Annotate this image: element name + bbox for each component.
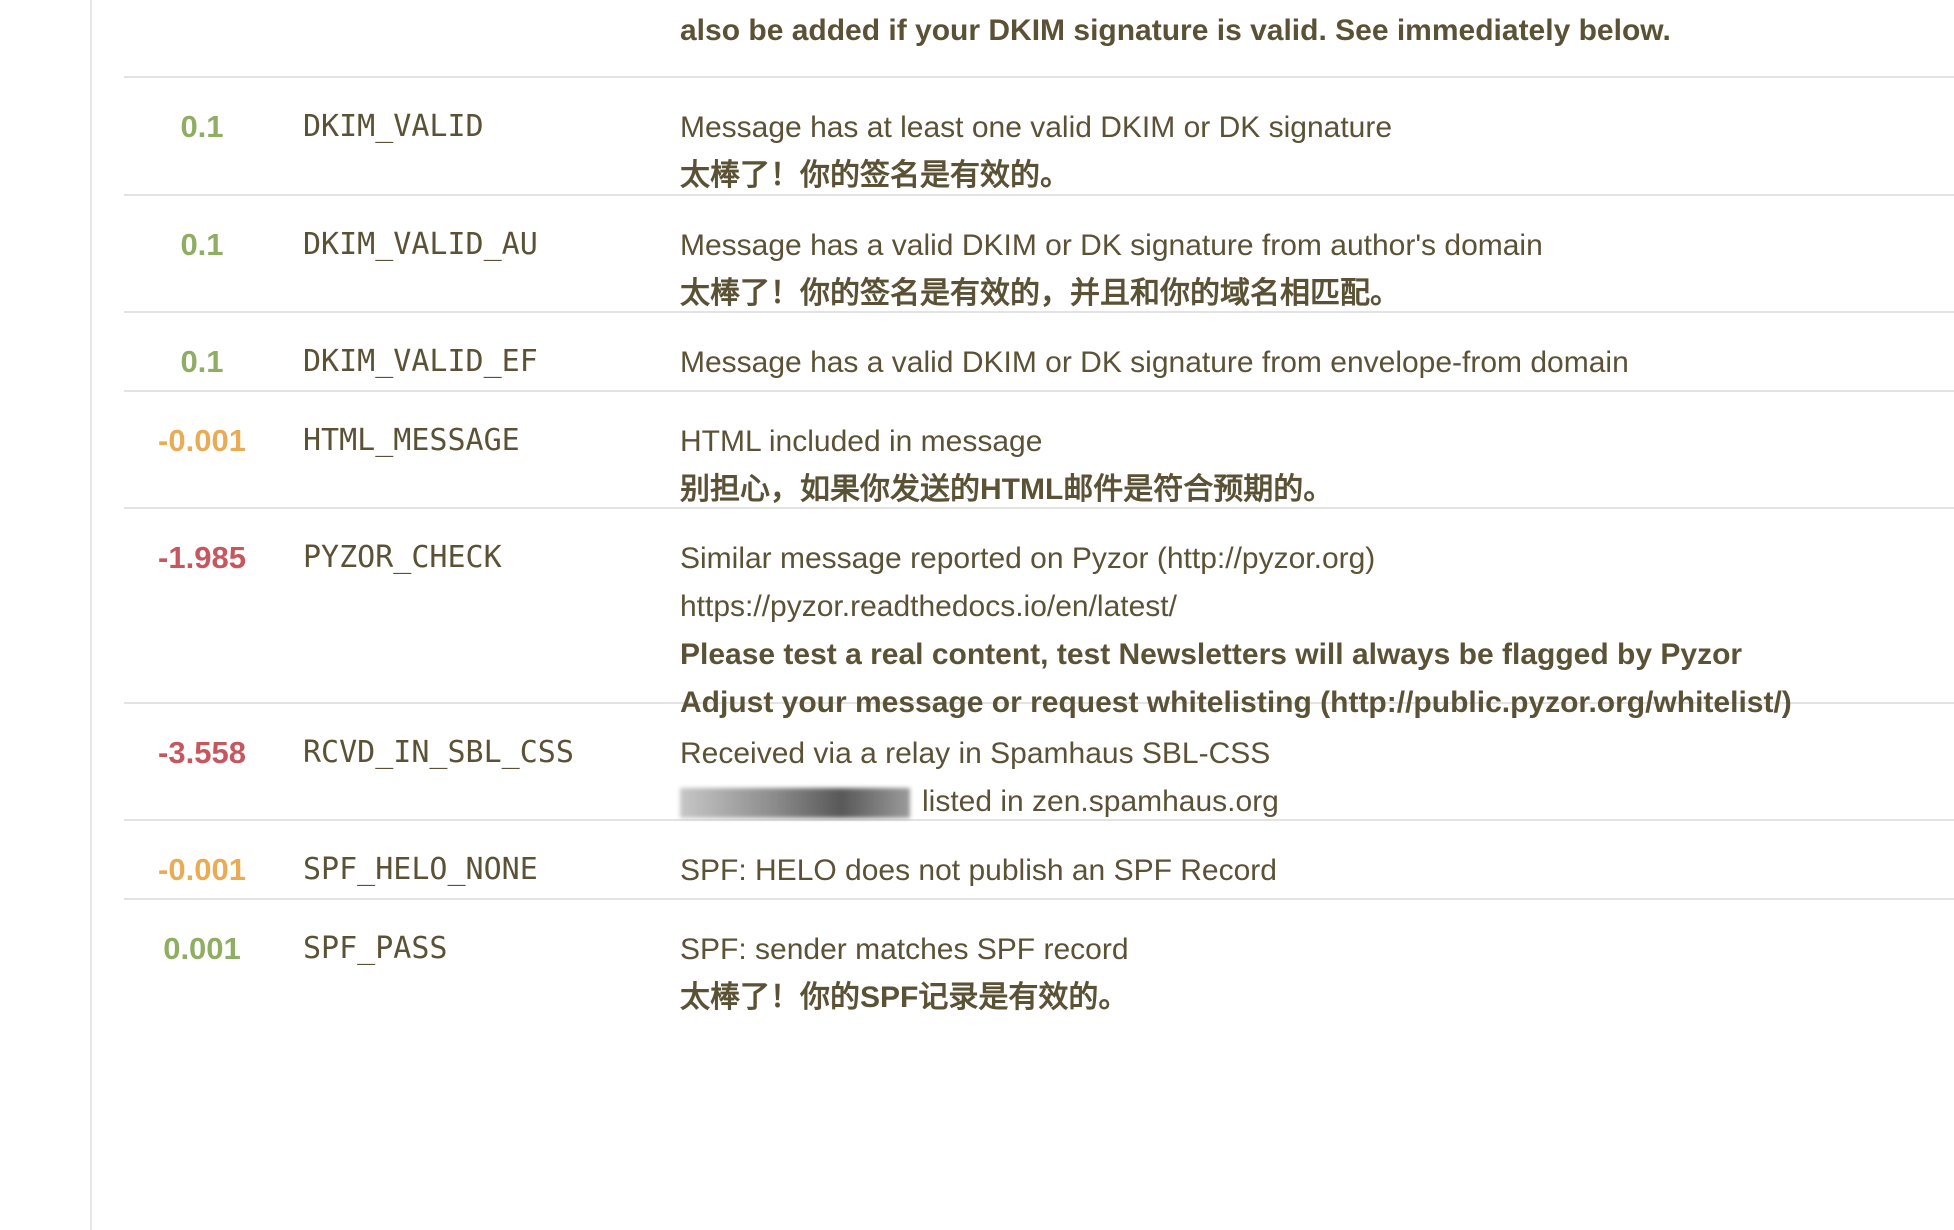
rule-description: Message has a valid DKIM or DK signature… — [680, 222, 1543, 318]
description-line: https://pyzor.readthedocs.io/en/latest/ — [680, 590, 1177, 623]
test-rows: 0.1 DKIM_VALID Message has at least one va… — [124, 78, 1954, 1020]
description-line: SPF: sender matches SPF record — [680, 933, 1129, 966]
description-line: HTML included in message — [680, 425, 1043, 458]
rule-description: Received via a relay in Spamhaus SBL-CSS… — [680, 730, 1279, 826]
description-note: 太棒了！你的SPF记录是有效的。 — [680, 981, 1129, 1014]
rule-name: DKIM_VALID — [303, 109, 484, 144]
test-row-dkim-valid-ef: 0.1 DKIM_VALID_EF Message has a valid DKIM… — [124, 313, 1954, 392]
redacted-ip-address — [680, 788, 910, 819]
score-value: -3.558 — [158, 735, 246, 770]
rule-name: DKIM_VALID_EF — [303, 344, 538, 379]
test-row-spf-pass: 0.001 SPF_PASS SPF: sender matches SPF rec… — [124, 900, 1954, 1020]
description-line: Message has a valid DKIM or DK signature… — [680, 346, 1629, 379]
rule-name: SPF_HELO_NONE — [303, 852, 538, 887]
test-row-spf-helo-none: -0.001 SPF_HELO_NONE SPF: HELO does not pu… — [124, 821, 1954, 900]
score-value: 0.1 — [180, 109, 224, 144]
rule-name: PYZOR_CHECK — [303, 540, 502, 575]
content-left-border — [90, 0, 92, 1230]
dkim-intro-row: also be added if your DKIM signature is … — [124, 0, 1954, 78]
description-note: 太棒了！你的签名是有效的。 — [680, 159, 1070, 192]
score-value: 0.001 — [163, 931, 241, 966]
score-value: 0.1 — [180, 227, 224, 262]
rule-name: DKIM_VALID_AU — [303, 227, 538, 262]
description-line: Message has at least one valid DKIM or D… — [680, 111, 1393, 144]
rule-name: SPF_PASS — [303, 931, 448, 966]
description-line: Message has a valid DKIM or DK signature… — [680, 229, 1543, 262]
test-row-html-message: -0.001 HTML_MESSAGE HTML included in messa… — [124, 392, 1954, 509]
rule-description: HTML included in message 别担心，如果你发送的HTML邮件… — [680, 418, 1333, 514]
rule-description: SPF: HELO does not publish an SPF Record — [680, 847, 1277, 895]
rule-description: Message has at least one valid DKIM or D… — [680, 104, 1392, 200]
test-row-dkim-valid: 0.1 DKIM_VALID Message has at least one va… — [124, 78, 1954, 196]
rule-name: HTML_MESSAGE — [303, 423, 520, 458]
score-value: -1.985 — [158, 540, 246, 575]
test-row-pyzor-check: -1.985 PYZOR_CHECK Similar message reporte… — [124, 509, 1954, 719]
score-value: -0.001 — [158, 423, 246, 458]
description-note: Please test a real content, test Newslet… — [680, 638, 1743, 671]
dkim-intro-text: also be added if your DKIM signature is … — [680, 14, 1671, 47]
rule-description: Message has a valid DKIM or DK signature… — [680, 339, 1629, 387]
description-note: 太棒了！你的签名是有效的，并且和你的域名相匹配。 — [680, 277, 1400, 310]
description-line: Received via a relay in Spamhaus SBL-CSS — [680, 737, 1271, 770]
description-line: Similar message reported on Pyzor (http:… — [680, 542, 1376, 575]
rule-name: RCVD_IN_SBL_CSS — [303, 735, 574, 770]
test-row-dkim-valid-au: 0.1 DKIM_VALID_AU Message has a valid DKIM… — [124, 196, 1954, 313]
description-line: listed in zen.spamhaus.org — [680, 778, 1279, 826]
description-note: 别担心，如果你发送的HTML邮件是符合预期的。 — [680, 473, 1334, 506]
rule-description: Similar message reported on Pyzor (http:… — [680, 535, 1792, 727]
test-row-rcvd-in-sbl-css: -3.558 RCVD_IN_SBL_CSS Received via a rela… — [124, 704, 1954, 821]
spam-test-results-table: also be added if your DKIM signature is … — [124, 0, 1954, 1020]
rule-description: SPF: sender matches SPF record 太棒了！你的SPF记… — [680, 926, 1129, 1022]
description-line-text: listed in zen.spamhaus.org — [922, 785, 1279, 818]
description-line: SPF: HELO does not publish an SPF Record — [680, 854, 1277, 887]
score-value: -0.001 — [158, 852, 246, 887]
score-value: 0.1 — [180, 344, 224, 379]
